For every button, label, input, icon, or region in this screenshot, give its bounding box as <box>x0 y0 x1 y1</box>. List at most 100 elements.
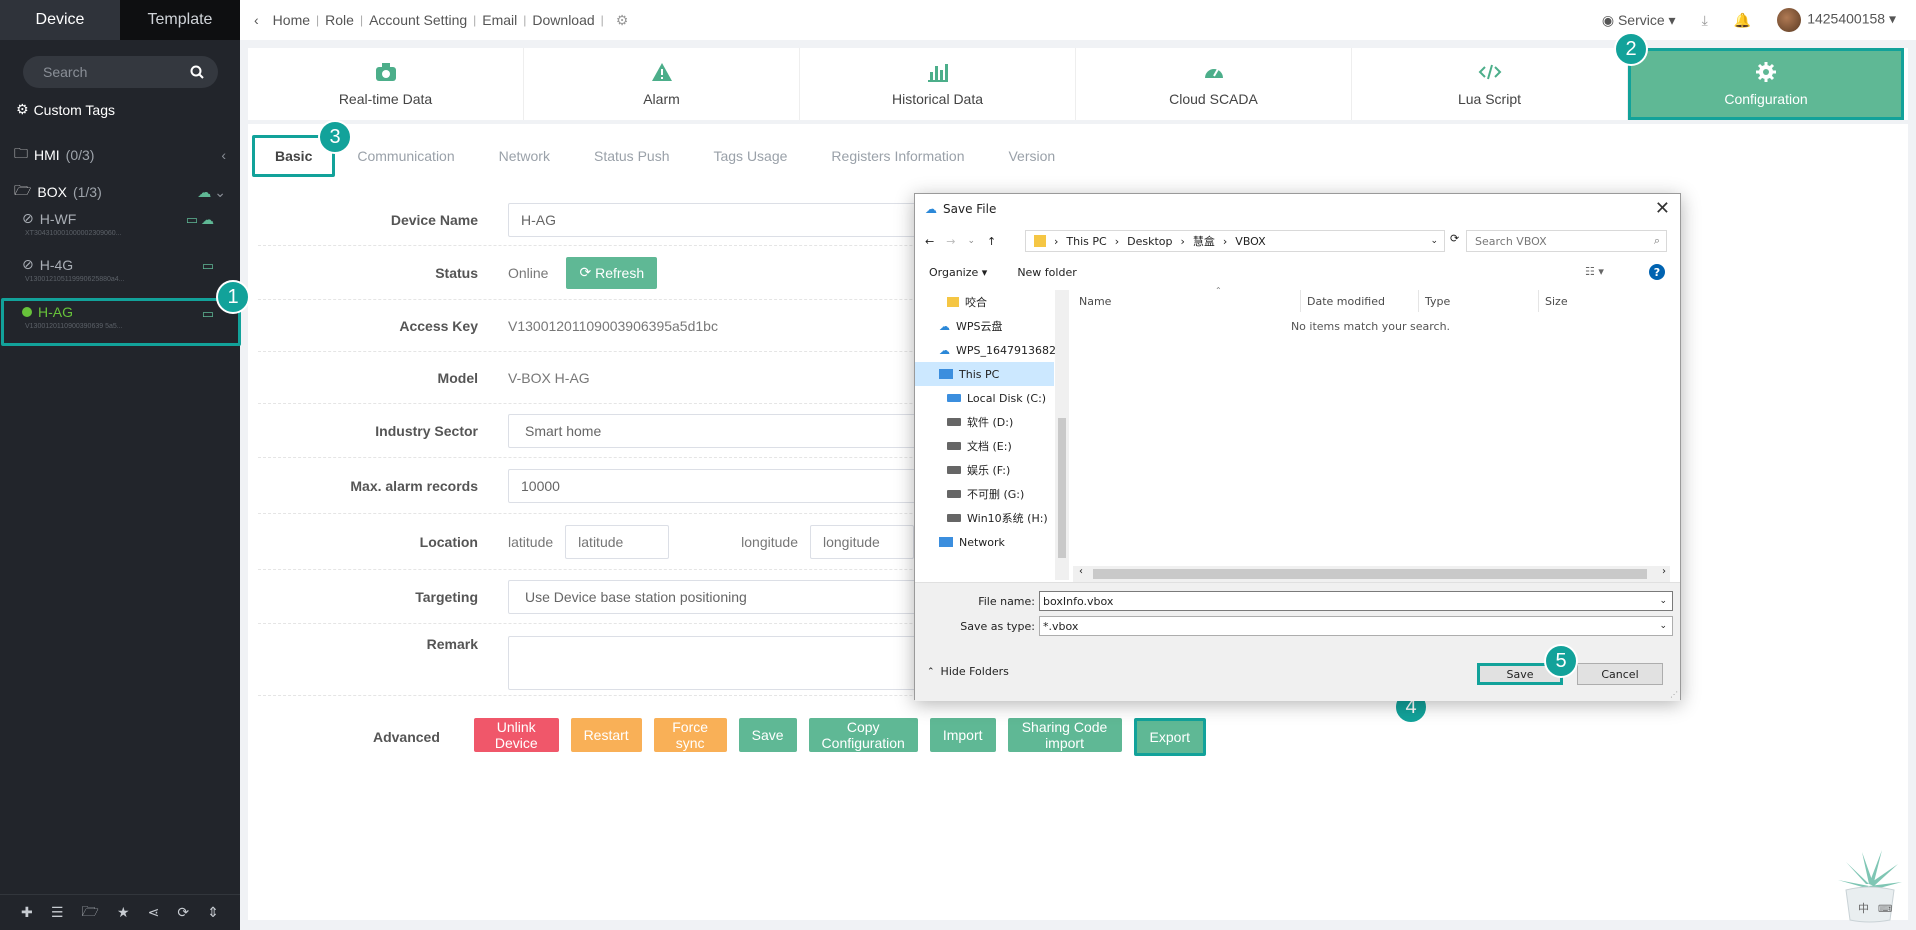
bell-icon[interactable]: 🔔 <box>1734 12 1751 29</box>
longitude-input[interactable] <box>809 524 914 559</box>
device-item[interactable]: ⊘ H-WF XT304310001000002309060... ▭ ☁ <box>22 210 222 237</box>
force-sync-button[interactable]: Force sync <box>653 718 727 752</box>
recent-dropdown-icon[interactable]: ⌄ <box>967 236 975 246</box>
subtab-network[interactable]: Network <box>477 136 572 176</box>
nav-item[interactable]: Local Disk (C:) <box>915 386 1068 410</box>
tab-historical-data[interactable]: Historical Data <box>800 48 1076 120</box>
industry-select[interactable]: Smart home <box>508 413 928 448</box>
subtab-status-push[interactable]: Status Push <box>572 136 692 176</box>
tab-lua-script[interactable]: Lua Script <box>1352 48 1628 120</box>
import-button[interactable]: Import <box>929 718 996 752</box>
subtab-communication[interactable]: Communication <box>335 136 476 176</box>
help-icon[interactable]: ? <box>1649 264 1665 280</box>
group-hmi[interactable]: 🗀 HMI (0/3) ‹ <box>14 143 226 167</box>
add-icon[interactable]: ✚ <box>21 904 33 921</box>
device-name-input[interactable]: H-AG <box>508 202 928 237</box>
path-vbox[interactable]: VBOX <box>1235 235 1265 248</box>
nav-item[interactable]: 文档 (E:) <box>915 434 1068 458</box>
resize-grip-icon[interactable]: ⋰ <box>1670 690 1678 699</box>
refresh-button[interactable]: ⟳ Refresh <box>566 256 658 289</box>
nav-item-this-pc[interactable]: This PC <box>915 362 1054 386</box>
chevron-down-icon[interactable]: ⌄ <box>1659 621 1667 631</box>
back-arrow-icon[interactable]: ← <box>925 235 934 248</box>
sharing-code-import-button[interactable]: Sharing Code import <box>1007 718 1122 752</box>
tab-alarm[interactable]: Alarm <box>524 48 800 120</box>
tab-template[interactable]: Template <box>120 0 240 40</box>
dialog-search[interactable]: Search VBOX ⌕ <box>1466 230 1667 252</box>
address-bar[interactable]: › This PC › Desktop › 慧盒 › VBOX ⌄ <box>1025 230 1445 252</box>
nav-item[interactable]: 娱乐 (F:) <box>915 458 1068 482</box>
tab-configuration[interactable]: Configuration <box>1628 48 1904 120</box>
breadcrumb-email[interactable]: Email <box>482 12 517 28</box>
address-dropdown-icon[interactable]: ⌄ <box>1430 236 1438 246</box>
view-options-icon[interactable]: ☷ ▾ <box>1585 265 1604 278</box>
settings-icon[interactable]: ⚙ <box>616 12 629 29</box>
subtab-tags-usage[interactable]: Tags Usage <box>691 136 809 176</box>
copy-configuration-button[interactable]: Copy Configuration <box>808 718 918 752</box>
refresh-icon[interactable]: ⟳ <box>1450 232 1459 245</box>
column-date-modified[interactable]: Date modified <box>1301 290 1419 312</box>
nav-item[interactable]: 软件 (D:) <box>915 410 1068 434</box>
breadcrumb-account[interactable]: Account Setting <box>369 12 467 28</box>
max-alarm-input[interactable]: 10000 <box>508 468 928 503</box>
save-type-select[interactable]: *.vbox ⌄ <box>1039 616 1673 636</box>
forward-arrow-icon[interactable]: → <box>946 235 955 248</box>
tab-device[interactable]: Device <box>0 0 120 40</box>
cloud-upload-icon[interactable]: ☁ <box>197 184 211 201</box>
breadcrumb-download[interactable]: Download <box>532 12 594 28</box>
file-hscrollbar[interactable]: ‹ › <box>1073 566 1670 582</box>
scroll-thumb[interactable] <box>1058 418 1066 558</box>
nav-item[interactable]: Win10系统 (H:) <box>915 506 1068 530</box>
sort-icon[interactable]: ⇕ <box>207 904 219 921</box>
device-item[interactable]: ⊘ H-4G V130012105119990625880a4... ▭ <box>22 256 222 283</box>
nav-item[interactable]: ☁ WPS云盘 <box>915 314 1068 338</box>
unlink-device-button[interactable]: Unlink Device <box>473 718 559 752</box>
group-box[interactable]: 🗁 BOX (1/3) ☁ ⌄ <box>14 180 226 204</box>
nav-item[interactable]: 咬合 <box>915 290 1068 314</box>
path-this-pc[interactable]: This PC <box>1066 235 1106 248</box>
latitude-input[interactable] <box>565 524 670 559</box>
share-icon[interactable]: ⋖ <box>148 904 160 921</box>
plant-mascot-icon[interactable]: 中 ⌨ <box>1832 844 1906 924</box>
hide-folders-toggle[interactable]: ⌃ Hide Folders <box>927 665 1009 678</box>
close-icon[interactable]: ✕ <box>1655 198 1670 219</box>
custom-tags[interactable]: ⚙ Custom Tags <box>16 101 115 118</box>
targeting-select[interactable]: Use Device base station positioning <box>508 579 928 614</box>
search-input[interactable] <box>43 64 183 80</box>
collapse-icon[interactable]: ‹ <box>221 147 226 163</box>
tab-cloud-scada[interactable]: Cloud SCADA <box>1076 48 1352 120</box>
path-huihe[interactable]: 慧盒 <box>1193 233 1215 249</box>
user-menu[interactable]: 1425400158 ▾ <box>1777 8 1896 32</box>
list-icon[interactable]: ☰ <box>51 904 64 921</box>
path-desktop[interactable]: Desktop <box>1127 235 1172 248</box>
back-icon[interactable]: ‹ <box>254 12 259 28</box>
nav-item[interactable]: ☁ WPS_1647913682的 <box>915 338 1068 362</box>
chevron-down-icon[interactable]: ⌄ <box>1659 596 1667 606</box>
breadcrumb-home[interactable]: Home <box>273 12 310 28</box>
chevron-down-icon[interactable]: ⌄ <box>214 184 226 201</box>
remark-textarea[interactable] <box>508 636 928 690</box>
export-button[interactable]: Export <box>1133 718 1206 756</box>
cloud-upload-icon[interactable]: ☁ <box>201 212 214 228</box>
service-menu[interactable]: ◉ Service ▾ <box>1602 12 1676 29</box>
folder-icon[interactable]: 🗁 <box>81 901 98 925</box>
save-button[interactable]: Save <box>738 718 797 752</box>
up-arrow-icon[interactable]: ↑ <box>987 235 996 248</box>
scroll-thumb[interactable] <box>1093 569 1647 579</box>
refresh-icon[interactable]: ⟳ <box>177 904 189 921</box>
dialog-cancel-button[interactable]: Cancel <box>1577 663 1663 685</box>
nav-scrollbar[interactable] <box>1055 290 1069 580</box>
subtab-version[interactable]: Version <box>986 136 1077 176</box>
column-size[interactable]: Size <box>1539 290 1599 312</box>
download-icon[interactable]: ⤓ <box>1702 12 1708 29</box>
file-name-input[interactable]: boxInfo.vbox ⌄ <box>1039 591 1673 611</box>
organize-menu[interactable]: Organize ▾ <box>929 266 987 279</box>
star-icon[interactable]: ★ <box>117 904 130 921</box>
new-folder-button[interactable]: New folder <box>1017 266 1076 279</box>
tab-realtime-data[interactable]: Real-time Data <box>248 48 524 120</box>
column-type[interactable]: Type <box>1419 290 1539 312</box>
nav-item[interactable]: Network <box>915 530 1068 554</box>
column-name[interactable]: Name <box>1073 290 1301 312</box>
breadcrumb-role[interactable]: Role <box>325 12 354 28</box>
subtab-registers[interactable]: Registers Information <box>809 136 986 176</box>
